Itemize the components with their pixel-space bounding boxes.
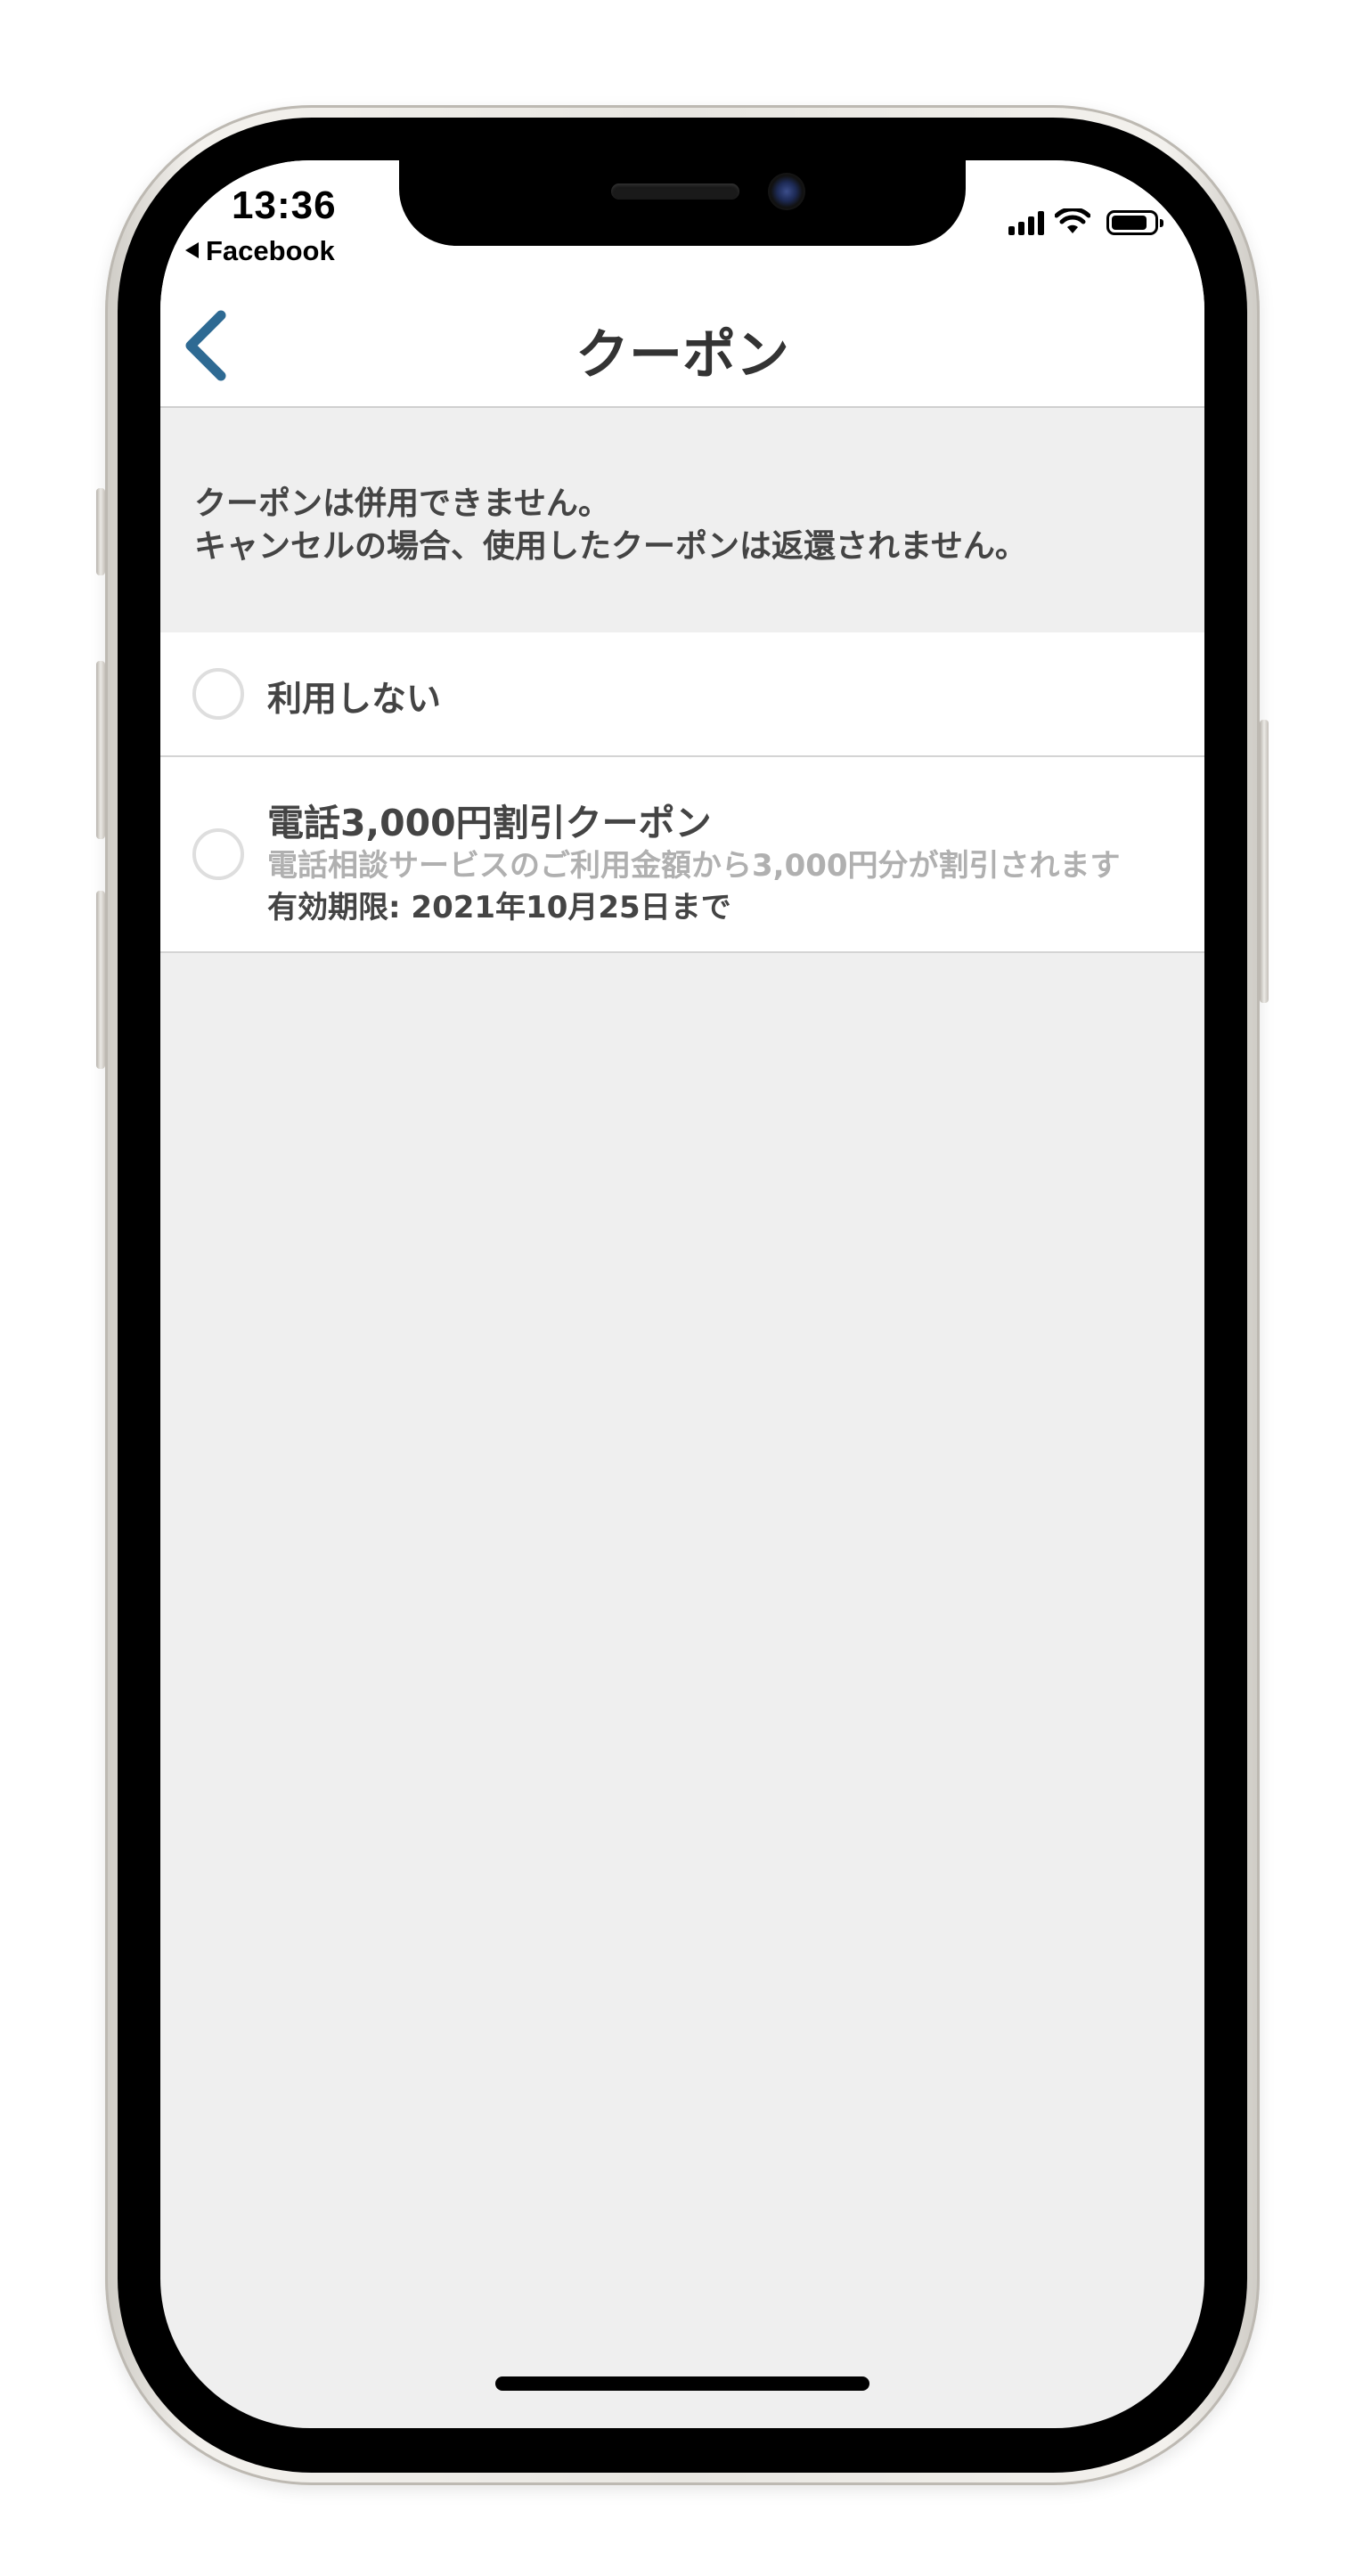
screen: 13:36 Facebook クーポン クーポンは併用できません。 キャンセルの… [160, 160, 1204, 2428]
wifi-icon [1055, 208, 1090, 233]
silent-switch [96, 488, 105, 575]
status-time: 13:36 [232, 183, 337, 227]
coupon-description: 電話相談サービスのご利用金額から3,000円分が割引されます [267, 848, 1121, 884]
radio-no-coupon[interactable] [192, 668, 244, 720]
coupon-notice: クーポンは併用できません。 キャンセルの場合、使用したクーポンは返還されません。 [160, 408, 1204, 632]
front-camera [768, 173, 805, 210]
status-icons [1008, 208, 1163, 235]
power-button [1260, 720, 1269, 1003]
option-no-coupon[interactable]: 利用しない [160, 632, 1204, 757]
cellular-signal-icon [1008, 210, 1044, 235]
volume-down-button [96, 891, 105, 1069]
navigation-bar: クーポン [160, 276, 1204, 408]
volume-up-button [96, 661, 105, 839]
option-phone-coupon[interactable]: 電話3,000円割引クーポン 電話相談サービスのご利用金額から3,000円分が割… [160, 757, 1204, 953]
notice-line-2: キャンセルの場合、使用したクーポンは返還されません。 [194, 528, 1027, 565]
battery-icon [1106, 210, 1163, 235]
notice-line-1: クーポンは併用できません。 [194, 485, 610, 522]
back-triangle-icon [185, 242, 199, 258]
back-to-app-link[interactable]: Facebook [185, 235, 335, 267]
notch [399, 160, 966, 246]
coupon-title: 電話3,000円割引クーポン [267, 802, 712, 844]
page-title: クーポン [575, 324, 789, 387]
coupon-expiry: 有効期限: 2021年10月25日まで [267, 890, 731, 925]
speaker [611, 183, 739, 200]
radio-phone-coupon[interactable] [192, 828, 244, 880]
option-no-coupon-label: 利用しない [267, 680, 442, 720]
home-indicator[interactable] [495, 2376, 869, 2391]
back-app-label: Facebook [206, 235, 335, 266]
